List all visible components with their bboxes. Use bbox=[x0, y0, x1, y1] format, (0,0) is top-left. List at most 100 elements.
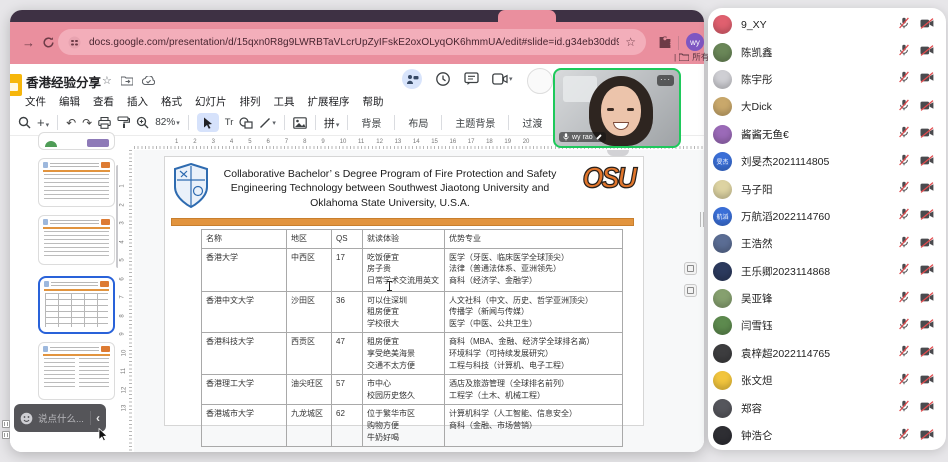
bookmarks-folder-label[interactable]: 所有 bbox=[692, 51, 709, 63]
zoom-icon[interactable] bbox=[136, 116, 149, 129]
participant-row[interactable]: 马子阳 bbox=[708, 175, 946, 202]
chat-input-overlay[interactable]: 说点什么... ‹ bbox=[14, 404, 106, 432]
mic-muted-icon[interactable] bbox=[898, 372, 912, 390]
pin-tool[interactable]: 拼▾ bbox=[324, 115, 340, 131]
participant-row[interactable]: 闫雪钰 bbox=[708, 312, 946, 339]
mic-muted-icon[interactable] bbox=[898, 344, 912, 362]
participant-row[interactable]: 大Dick bbox=[708, 93, 946, 120]
background-button[interactable]: 背景 bbox=[356, 115, 386, 130]
side-panel-toggle[interactable] bbox=[684, 284, 697, 297]
participant-row[interactable]: 旻杰刘旻杰2021114805 bbox=[708, 148, 946, 175]
mic-muted-icon[interactable] bbox=[898, 16, 912, 34]
participant-row[interactable]: 酱酱无鱼€ bbox=[708, 121, 946, 148]
camera-off-icon[interactable] bbox=[920, 16, 934, 34]
camera-off-icon[interactable] bbox=[920, 98, 934, 116]
mic-muted-icon[interactable] bbox=[898, 262, 912, 280]
redo-icon[interactable]: ↷ bbox=[82, 116, 92, 130]
camera-off-icon[interactable] bbox=[920, 344, 934, 362]
edit-name-icon[interactable] bbox=[596, 134, 602, 140]
camera-off-icon[interactable] bbox=[920, 70, 934, 88]
mic-muted-icon[interactable] bbox=[898, 98, 912, 116]
document-title[interactable]: 香港经验分享 bbox=[26, 72, 101, 91]
forward-icon[interactable]: → bbox=[22, 35, 35, 51]
cloud-status-icon[interactable] bbox=[142, 76, 155, 85]
camera-off-icon[interactable] bbox=[920, 290, 934, 308]
zoom-level-select[interactable]: 82%▾ bbox=[155, 117, 180, 128]
camera-off-icon[interactable] bbox=[920, 153, 934, 171]
camera-off-icon[interactable] bbox=[920, 317, 934, 335]
camera-off-icon[interactable] bbox=[920, 125, 934, 143]
comments-icon[interactable] bbox=[464, 72, 479, 86]
mic-muted-icon[interactable] bbox=[898, 317, 912, 335]
emoji-icon[interactable] bbox=[20, 412, 33, 425]
participant-row[interactable]: 航滔万航滔2022114760 bbox=[708, 203, 946, 230]
camera-off-icon[interactable] bbox=[920, 207, 934, 225]
slide-thumbnail[interactable] bbox=[38, 215, 115, 265]
select-tool-button[interactable] bbox=[197, 113, 219, 132]
participant-row[interactable]: 9_XY bbox=[708, 11, 946, 38]
side-panel-toggle[interactable] bbox=[684, 262, 697, 275]
camera-off-icon[interactable] bbox=[920, 180, 934, 198]
menu-item[interactable]: 插入 bbox=[127, 94, 148, 109]
browser-tab-strip[interactable] bbox=[10, 10, 704, 22]
participant-row[interactable]: 陈宇彤 bbox=[708, 66, 946, 93]
slide-thumbnail-selected[interactable] bbox=[38, 276, 115, 334]
mic-muted-icon[interactable] bbox=[898, 235, 912, 253]
mic-muted-icon[interactable] bbox=[898, 207, 912, 225]
webcam-overlay[interactable]: ··· wy rao bbox=[553, 68, 681, 148]
transition-button[interactable]: 过渡 bbox=[517, 115, 547, 130]
participant-row[interactable]: 袁梓超2022114765 bbox=[708, 340, 946, 367]
menu-item[interactable]: 帮助 bbox=[363, 94, 384, 109]
slide-thumbnail[interactable] bbox=[38, 342, 115, 400]
mic-muted-icon[interactable] bbox=[898, 153, 912, 171]
slide-title[interactable]: Collaborative Bachelor’ s Degree Program… bbox=[217, 167, 563, 210]
chat-input[interactable]: 说点什么... bbox=[38, 411, 85, 425]
participant-row[interactable]: 郑容 bbox=[708, 394, 946, 421]
bookmark-star-icon[interactable]: ☆ bbox=[625, 35, 636, 49]
camera-off-icon[interactable] bbox=[920, 235, 934, 253]
camera-off-icon[interactable] bbox=[920, 262, 934, 280]
active-tab[interactable] bbox=[498, 10, 556, 22]
collapse-chat-icon[interactable]: ‹ bbox=[96, 411, 100, 425]
site-info-icon[interactable] bbox=[68, 36, 81, 49]
shapes-tool-icon[interactable] bbox=[239, 117, 253, 129]
mic-muted-icon[interactable] bbox=[898, 125, 912, 143]
camera-off-icon[interactable] bbox=[920, 43, 934, 61]
participant-row[interactable]: 钟浩仑 bbox=[708, 422, 946, 449]
universities-table[interactable]: 名称 地区 QS 就读体验 优势专业 香港大学 中西区 17 吃饭便宜 房子贵 … bbox=[201, 229, 623, 447]
reload-icon[interactable] bbox=[42, 36, 55, 49]
film-view-icon[interactable] bbox=[2, 431, 10, 439]
account-avatar[interactable] bbox=[527, 68, 553, 94]
text-box-tool[interactable]: Tr bbox=[225, 117, 234, 128]
participant-row[interactable]: 吴亚锋 bbox=[708, 285, 946, 312]
panel-resize-handle[interactable] bbox=[700, 212, 705, 227]
theme-button[interactable]: 主题背景 bbox=[450, 115, 500, 130]
extensions-icon[interactable] bbox=[658, 35, 672, 49]
webcam-collapse-handle[interactable] bbox=[607, 150, 629, 156]
mic-muted-icon[interactable] bbox=[898, 180, 912, 198]
menu-item[interactable]: 格式 bbox=[161, 94, 182, 109]
menu-item[interactable]: 排列 bbox=[240, 94, 261, 109]
insert-image-icon[interactable] bbox=[293, 117, 307, 129]
presenter-mode-button[interactable] bbox=[402, 69, 422, 89]
bookmarks-bar[interactable]: | 所有 bbox=[674, 51, 709, 63]
menu-item[interactable]: 扩展程序 bbox=[308, 94, 350, 109]
star-document-icon[interactable]: ☆ bbox=[102, 74, 112, 87]
version-history-icon[interactable] bbox=[435, 71, 451, 87]
undo-icon[interactable]: ↶ bbox=[66, 116, 76, 130]
url-text[interactable]: docs.google.com/presentation/d/15qxn0R8g… bbox=[89, 37, 619, 48]
line-tool[interactable]: ▾ bbox=[259, 117, 276, 129]
add-slide-button[interactable]: +▾ bbox=[37, 115, 49, 130]
menu-item[interactable]: 查看 bbox=[93, 94, 114, 109]
slide-thumbnail[interactable] bbox=[38, 132, 115, 150]
menu-item[interactable]: 文件 bbox=[25, 94, 46, 109]
address-bar[interactable]: docs.google.com/presentation/d/15qxn0R8g… bbox=[58, 29, 646, 55]
move-folder-icon[interactable] bbox=[121, 76, 133, 86]
camera-off-icon[interactable] bbox=[920, 399, 934, 417]
menu-item[interactable]: 幻灯片 bbox=[195, 94, 227, 109]
mic-muted-icon[interactable] bbox=[898, 70, 912, 88]
menu-item[interactable]: 编辑 bbox=[59, 94, 80, 109]
mic-muted-icon[interactable] bbox=[898, 43, 912, 61]
video-call-button[interactable]: ▾ bbox=[492, 73, 513, 85]
participant-row[interactable]: 王浩然 bbox=[708, 230, 946, 257]
